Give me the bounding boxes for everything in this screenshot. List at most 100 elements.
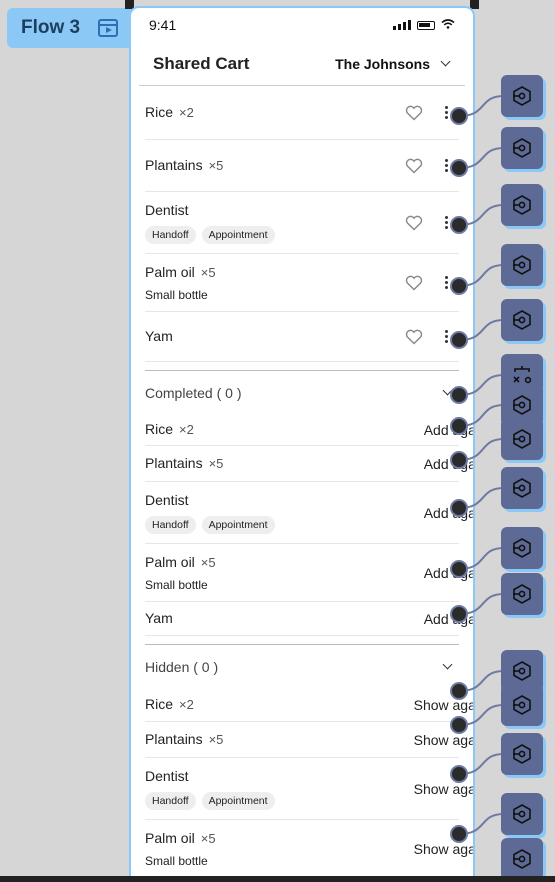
item-name: Plantains	[145, 730, 203, 747]
item-name: Dentist	[145, 491, 189, 508]
item-name: Rice	[145, 103, 174, 120]
action-node-icon[interactable]	[501, 467, 543, 509]
connection-port[interactable]	[450, 277, 468, 295]
bottom-bar	[0, 876, 555, 882]
item-note: Small bottle	[145, 287, 208, 302]
action-node-icon[interactable]	[501, 299, 543, 341]
list-item[interactable]: Rice ×2 Show agai	[145, 688, 473, 722]
connection-port[interactable]	[450, 417, 468, 435]
tag-chip[interactable]: Appointment	[201, 515, 275, 534]
tag-chip[interactable]: Handoff	[145, 225, 196, 244]
list-item[interactable]: Rice ×2	[145, 86, 459, 140]
item-name: Yam	[145, 609, 173, 626]
action-node-icon[interactable]	[501, 418, 543, 460]
hidden-label: Hidden ( 0 )	[145, 658, 219, 675]
item-tags: Handoff Appointment	[145, 515, 275, 534]
connection-port[interactable]	[450, 216, 468, 234]
connection-port[interactable]	[450, 499, 468, 517]
action-node-icon[interactable]	[501, 733, 543, 775]
action-node-icon[interactable]	[501, 527, 543, 569]
heart-icon[interactable]	[405, 329, 423, 345]
list-item[interactable]: Dentist Handoff Appointment Add agai	[145, 482, 473, 544]
hidden-section-toggle[interactable]: Hidden ( 0 )	[145, 644, 459, 688]
phone-frame: 9:41 Shared Cart The Johnsons Rice ×2 Plan…	[129, 6, 475, 882]
play-icon[interactable]	[98, 19, 119, 37]
list-item[interactable]: Plantains ×5 Add agai	[145, 446, 473, 482]
tag-chip[interactable]: Appointment	[201, 791, 275, 810]
list-item[interactable]: Palm oil ×5 Small bottle Show agai	[145, 820, 473, 878]
item-name: Dentist	[145, 767, 189, 784]
item-quantity: ×5	[200, 554, 216, 570]
connection-port[interactable]	[450, 825, 468, 843]
family-name: The Johnsons	[335, 55, 430, 72]
item-tags: Handoff Appointment	[145, 791, 275, 810]
item-note: Small bottle	[145, 577, 208, 592]
item-name: Palm oil	[145, 829, 195, 846]
item-quantity: ×5	[208, 157, 224, 173]
action-node-icon[interactable]	[501, 573, 543, 615]
item-name: Yam	[145, 327, 173, 344]
item-note: Small bottle	[145, 853, 208, 868]
page-title: Shared Cart	[153, 53, 250, 73]
completed-section-toggle[interactable]: Completed ( 0 )	[145, 370, 459, 414]
list-item[interactable]: Plantains ×5	[145, 140, 459, 192]
list-item[interactable]: Yam Add agai	[145, 602, 473, 636]
item-name: Palm oil	[145, 263, 195, 280]
battery-icon	[417, 20, 435, 30]
list-item[interactable]: Rice ×2 Add agai	[145, 414, 473, 446]
status-time: 9:41	[149, 17, 177, 33]
action-node-icon[interactable]	[501, 793, 543, 835]
action-node-icon[interactable]	[501, 244, 543, 286]
cart-header: Shared Cart The Johnsons	[139, 42, 465, 86]
action-node-icon[interactable]	[501, 684, 543, 726]
connection-port[interactable]	[450, 451, 468, 469]
item-name: Rice	[145, 695, 174, 712]
item-quantity: ×5	[200, 264, 216, 280]
connection-port[interactable]	[450, 765, 468, 783]
heart-icon[interactable]	[405, 105, 423, 121]
heart-icon[interactable]	[405, 215, 423, 231]
heart-icon[interactable]	[405, 275, 423, 291]
item-quantity: ×5	[208, 455, 224, 471]
connection-port[interactable]	[450, 107, 468, 125]
connection-port[interactable]	[450, 159, 468, 177]
cart-list: Rice ×2 Plantains ×5 Dentist Handoff Appointme…	[131, 86, 473, 878]
flow-label: Flow 3	[21, 17, 81, 38]
item-name: Plantains	[145, 454, 203, 471]
connection-port[interactable]	[450, 560, 468, 578]
item-name: Rice	[145, 420, 174, 437]
item-quantity: ×2	[179, 104, 194, 120]
family-selector[interactable]: The Johnsons	[335, 55, 451, 72]
list-item[interactable]: Dentist Handoff Appointment Show agai	[145, 758, 473, 820]
connection-port[interactable]	[450, 605, 468, 623]
list-item[interactable]: Yam	[145, 312, 459, 362]
item-name: Dentist	[145, 201, 189, 218]
item-tags: Handoff Appointment	[145, 225, 275, 244]
item-quantity: ×5	[208, 731, 224, 747]
list-item[interactable]: Palm oil ×5 Small bottle Add agai	[145, 544, 473, 602]
action-node-icon[interactable]	[501, 127, 543, 169]
action-node-icon[interactable]	[501, 75, 543, 117]
connection-port[interactable]	[450, 682, 468, 700]
list-item[interactable]: Dentist Handoff Appointment	[145, 192, 459, 254]
action-node-icon[interactable]	[501, 838, 543, 880]
signal-icon	[393, 20, 411, 30]
flow-connections	[448, 0, 555, 882]
item-quantity: ×2	[179, 421, 194, 437]
item-quantity: ×5	[200, 830, 216, 846]
list-item[interactable]: Palm oil ×5 Small bottle	[145, 254, 459, 312]
item-quantity: ×2	[179, 696, 194, 712]
tag-chip[interactable]: Appointment	[201, 225, 275, 244]
heart-icon[interactable]	[405, 158, 423, 174]
tag-chip[interactable]: Handoff	[145, 515, 196, 534]
flow-tag[interactable]: Flow 3	[7, 8, 135, 48]
completed-label: Completed ( 0 )	[145, 384, 242, 401]
connection-port[interactable]	[450, 331, 468, 349]
connection-port[interactable]	[450, 716, 468, 734]
tag-chip[interactable]: Handoff	[145, 791, 196, 810]
action-node-icon[interactable]	[501, 184, 543, 226]
status-bar: 9:41	[131, 8, 473, 42]
list-item[interactable]: Plantains ×5 Show agai	[145, 722, 473, 758]
item-name: Plantains	[145, 156, 203, 173]
connection-port[interactable]	[450, 386, 468, 404]
